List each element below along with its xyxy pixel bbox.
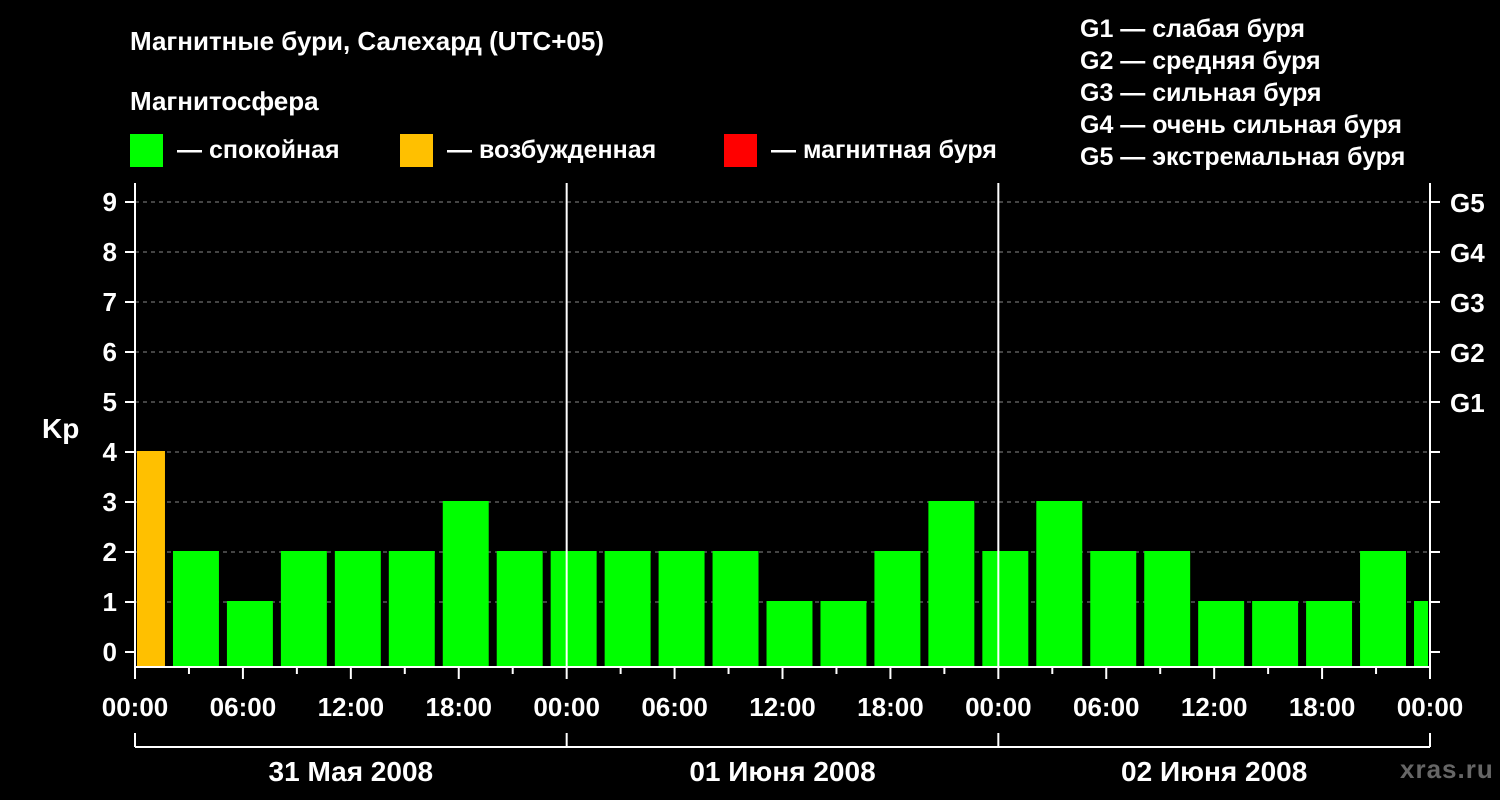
bar	[928, 501, 975, 667]
bar	[1306, 601, 1353, 667]
date-label: 02 Июня 2008	[1121, 756, 1307, 787]
bar	[137, 451, 165, 667]
bar	[280, 551, 327, 667]
y-tick-label: 9	[103, 187, 117, 217]
chart-title: Магнитные бури, Салехард (UTC+05)	[130, 26, 604, 56]
g-tick-label: G4	[1450, 238, 1485, 268]
bar	[820, 601, 867, 667]
x-tick-label: 18:00	[426, 692, 493, 722]
bars	[137, 451, 1428, 667]
x-tick-label: 00:00	[1397, 692, 1464, 722]
bar	[226, 601, 273, 667]
x-tick-label: 18:00	[1289, 692, 1356, 722]
x-tick-label: 12:00	[749, 692, 816, 722]
legend-label: — магнитная буря	[771, 136, 997, 164]
g-tick-label: G5	[1450, 188, 1485, 218]
bar	[388, 551, 435, 667]
g-scale-item: G5 — экстремальная буря	[1080, 143, 1405, 171]
bar	[1198, 601, 1245, 667]
x-tick-label: 00:00	[965, 692, 1032, 722]
bar	[172, 551, 219, 667]
kp-chart: Магнитные бури, Салехард (UTC+05) Магнит…	[42, 15, 1494, 787]
bar	[496, 551, 543, 667]
legend-swatch	[724, 134, 757, 167]
bar	[1414, 601, 1428, 667]
x-tick-label: 00:00	[102, 692, 169, 722]
legend: — спокойная — возбужденная — магнитная бур…	[130, 134, 997, 167]
g-scale-item: G4 — очень сильная буря	[1080, 111, 1402, 139]
bar	[1036, 501, 1083, 667]
y-tick-label: 3	[103, 487, 117, 517]
bar	[550, 551, 597, 667]
axes: 0 1 2 3 4 5 6 7 8 9 G1 G2 G3 G4 G5 00:00 06:00 12:00 18:00…	[102, 183, 1485, 787]
bar	[1144, 551, 1191, 667]
bar	[334, 551, 381, 667]
date-label: 01 Июня 2008	[689, 756, 875, 787]
x-tick-label: 18:00	[857, 692, 924, 722]
x-tick-label: 00:00	[533, 692, 600, 722]
watermark: xras.ru	[1400, 754, 1494, 784]
legend-swatch	[400, 134, 433, 167]
y-tick-label: 0	[103, 637, 117, 667]
bar	[604, 551, 651, 667]
g-scale-item: G3 — сильная буря	[1080, 79, 1322, 107]
g-tick-label: G2	[1450, 338, 1485, 368]
x-tick-label: 12:00	[1181, 692, 1248, 722]
x-tick-label: 06:00	[210, 692, 277, 722]
g-tick-label: G1	[1450, 388, 1485, 418]
bar	[874, 551, 921, 667]
g-scale-legend: G1 — слабая буря G2 — средняя буря G3 — си…	[1080, 15, 1405, 171]
bar	[1252, 601, 1299, 667]
bar	[1360, 551, 1407, 667]
bar	[442, 501, 489, 667]
bar	[1090, 551, 1137, 667]
grid	[135, 201, 1430, 603]
bar	[658, 551, 705, 667]
x-tick-label: 12:00	[318, 692, 385, 722]
y-tick-label: 5	[103, 387, 117, 417]
g-scale-item: G1 — слабая буря	[1080, 15, 1305, 43]
legend-label: — спокойная	[177, 136, 340, 164]
y-tick-label: 1	[103, 587, 117, 617]
x-tick-label: 06:00	[641, 692, 708, 722]
date-label: 31 Мая 2008	[269, 756, 434, 787]
y-tick-label: 7	[103, 287, 117, 317]
bar	[766, 601, 813, 667]
y-tick-label: 2	[103, 537, 117, 567]
legend-swatch	[130, 134, 163, 167]
x-tick-label: 06:00	[1073, 692, 1140, 722]
bar	[982, 551, 1029, 667]
magnetosphere-subtitle: Магнитосфера	[130, 86, 319, 116]
y-tick-label: 6	[103, 337, 117, 367]
y-tick-label: 4	[103, 437, 118, 467]
bar	[712, 551, 759, 667]
legend-label: — возбужденная	[447, 136, 656, 164]
y-axis-label: Kp	[42, 413, 79, 444]
y-tick-label: 8	[103, 237, 117, 267]
g-scale-item: G2 — средняя буря	[1080, 47, 1321, 75]
g-tick-label: G3	[1450, 288, 1485, 318]
